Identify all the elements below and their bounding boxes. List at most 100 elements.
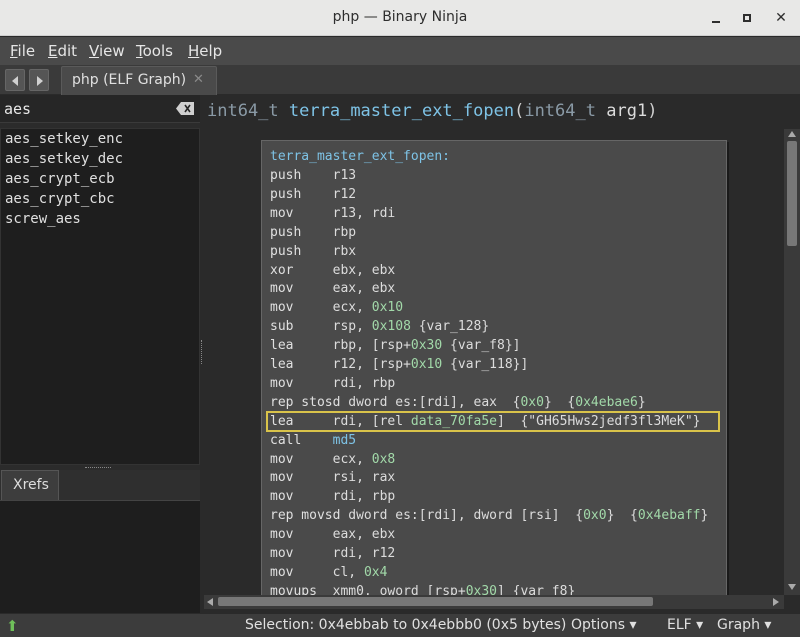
operand-text[interactable]: ecx,	[333, 300, 372, 315]
arg-name[interactable]: arg1	[606, 101, 647, 121]
mnemonic[interactable]: push	[270, 187, 301, 202]
options-dropdown[interactable]: Options ▾	[571, 617, 637, 633]
update-arrow-icon[interactable]: ⬆	[6, 617, 19, 635]
operand-text[interactable]: ] {"GH65Hws2jedf3fl3MeK"}	[497, 414, 701, 429]
mnemonic[interactable]: mov	[270, 527, 293, 542]
tab-php-elf-graph[interactable]: php (ELF Graph) ✕	[61, 66, 217, 95]
operand-constant[interactable]: 0x0	[520, 395, 543, 410]
block-label[interactable]: terra_master_ext_fopen:	[270, 147, 450, 166]
operand-text[interactable]: eax, ebx	[333, 527, 396, 542]
operand-text[interactable]: } {	[544, 395, 575, 410]
forward-button[interactable]	[29, 69, 49, 91]
basic-block[interactable]: terra_master_ext_fopen: push r13 push r12…	[261, 140, 727, 595]
menu-file[interactable]: File	[10, 42, 35, 60]
instruction-line[interactable]: mov r13, rdi	[270, 204, 395, 223]
operand-text[interactable]: eax, ebx	[333, 281, 396, 296]
tab-xrefs[interactable]: Xrefs	[1, 470, 59, 500]
instruction-line[interactable]: lea rbp, [rsp+0x30 {var_f8}]	[270, 336, 521, 355]
horizontal-scroll-thumb[interactable]	[218, 597, 653, 606]
horizontal-scrollbar[interactable]	[204, 595, 784, 609]
instruction-line[interactable]: mov rdi, r12	[270, 544, 395, 563]
operand-text[interactable]: rbp	[333, 225, 356, 240]
operand-constant[interactable]: 0x4	[364, 565, 387, 580]
menu-edit[interactable]: Edit	[48, 42, 77, 60]
instruction-line[interactable]: mov cl, 0x4	[270, 563, 387, 582]
mnemonic[interactable]: mov	[270, 452, 293, 467]
operand-text[interactable]: rsp,	[333, 319, 372, 334]
operand-text[interactable]: rdi, rbp	[333, 376, 396, 391]
mnemonic[interactable]: rep movsd	[270, 508, 340, 523]
tab-close-icon[interactable]: ✕	[193, 72, 204, 87]
operand-text[interactable]: ] {var_f8}	[497, 584, 575, 595]
function-item[interactable]: aes_setkey_enc	[1, 129, 199, 149]
operand-text[interactable]: r13	[333, 168, 356, 183]
instruction-line[interactable]: lea rdi, [rel data_70fa5e] {"GH65Hws2jed…	[270, 412, 701, 431]
mnemonic[interactable]: push	[270, 168, 301, 183]
sidebar-splitter-handle[interactable]	[201, 340, 203, 364]
operand-text[interactable]: }	[638, 395, 646, 410]
mnemonic[interactable]: push	[270, 225, 301, 240]
instruction-line[interactable]: push r13	[270, 166, 356, 185]
instruction-line[interactable]: movups xmm0, oword [rsp+0x30] {var_f8}	[270, 582, 575, 595]
instruction-line[interactable]: xor ebx, ebx	[270, 261, 395, 280]
instruction-line[interactable]: rep stosd dword es:[rdi], eax {0x0} {0x4…	[270, 393, 646, 412]
instruction-line[interactable]: lea r12, [rsp+0x10 {var_118}]	[270, 355, 528, 374]
pane-splitter-handle[interactable]	[85, 467, 111, 469]
instruction-line[interactable]: rep movsd dword es:[rdi], dword [rsi] {0…	[270, 506, 708, 525]
operand-constant[interactable]: 0x30	[411, 338, 442, 353]
scroll-right-icon[interactable]	[773, 598, 779, 606]
scroll-left-icon[interactable]	[207, 598, 213, 606]
operand-constant[interactable]: 0x4ebaff	[638, 508, 701, 523]
operand-constant[interactable]: 0x108	[372, 319, 411, 334]
function-name[interactable]: terra_master_ext_fopen	[289, 101, 514, 121]
operand-text[interactable]: r12	[333, 187, 356, 202]
mnemonic[interactable]: sub	[270, 319, 293, 334]
mnemonic[interactable]: rep stosd	[270, 395, 340, 410]
menu-tools[interactable]: Tools	[136, 42, 173, 60]
mnemonic[interactable]: lea	[270, 338, 293, 353]
close-button[interactable]: ✕	[771, 8, 791, 28]
instruction-line[interactable]: mov rsi, rax	[270, 468, 395, 487]
back-button[interactable]	[5, 69, 25, 91]
operand-constant[interactable]: 0x10	[372, 300, 403, 315]
instruction-line[interactable]: mov eax, ebx	[270, 279, 395, 298]
operand-text[interactable]: r12, [rsp+	[333, 357, 411, 372]
instruction-line[interactable]: mov rdi, rbp	[270, 487, 395, 506]
graph-canvas[interactable]: terra_master_ext_fopen: push r13 push r12…	[204, 129, 784, 595]
function-item[interactable]: aes_crypt_ecb	[1, 169, 199, 189]
operand-text[interactable]: {var_118}]	[442, 357, 528, 372]
mnemonic[interactable]: mov	[270, 206, 293, 221]
menu-view[interactable]: View	[89, 42, 125, 60]
operand-text[interactable]: cl,	[333, 565, 364, 580]
mnemonic[interactable]: mov	[270, 470, 293, 485]
operand-text[interactable]: }	[701, 508, 709, 523]
instruction-line[interactable]: call md5	[270, 431, 356, 450]
maximize-button[interactable]	[738, 8, 758, 28]
mnemonic[interactable]: mov	[270, 300, 293, 315]
vertical-scroll-thumb[interactable]	[787, 141, 797, 246]
search-input[interactable]	[4, 98, 170, 120]
menu-help[interactable]: Help	[188, 42, 222, 60]
operand-constant[interactable]: 0x8	[372, 452, 395, 467]
operand-text[interactable]: dword es:[rdi], dword [rsi] {	[348, 508, 583, 523]
operand-text[interactable]: {var_128}	[411, 319, 489, 334]
operand-text[interactable]: rdi, [rel	[333, 414, 411, 429]
mnemonic[interactable]: mov	[270, 281, 293, 296]
operand-text[interactable]: ebx, ebx	[333, 263, 396, 278]
view-type-dropdown[interactable]: ELF ▾	[667, 617, 703, 633]
instruction-line[interactable]: push rbx	[270, 242, 356, 261]
instruction-line[interactable]: push rbp	[270, 223, 356, 242]
operand-symbol[interactable]: data_70fa5e	[411, 414, 497, 429]
mnemonic[interactable]: mov	[270, 565, 293, 580]
call-target[interactable]: md5	[333, 433, 356, 448]
operand-constant[interactable]: 0x0	[583, 508, 606, 523]
mnemonic[interactable]: call	[270, 433, 301, 448]
mnemonic[interactable]: lea	[270, 357, 293, 372]
instruction-line[interactable]: mov ecx, 0x8	[270, 450, 395, 469]
mnemonic[interactable]: xor	[270, 263, 293, 278]
operand-text[interactable]: rbp, [rsp+	[333, 338, 411, 353]
operand-text[interactable]: ecx,	[333, 452, 372, 467]
function-item[interactable]: aes_crypt_cbc	[1, 189, 199, 209]
instruction-line[interactable]: mov rdi, rbp	[270, 374, 395, 393]
function-item[interactable]: screw_aes	[1, 209, 199, 229]
